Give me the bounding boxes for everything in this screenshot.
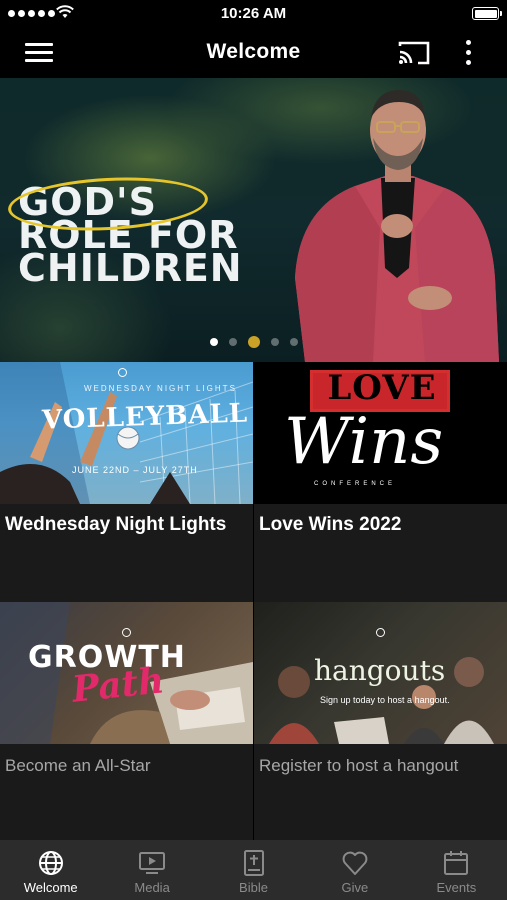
- carousel-dot-logo[interactable]: [248, 336, 260, 348]
- tab-label: Media: [134, 880, 170, 895]
- carousel-dot[interactable]: [229, 338, 237, 346]
- card-title: Wednesday Night Lights: [5, 514, 227, 535]
- calendar-icon: [444, 851, 469, 875]
- love-wins-thumb-love: LOVE: [327, 368, 437, 408]
- speaker-image: [295, 90, 499, 362]
- volleyball-thumb-top: WEDNESDAY NIGHT LIGHTS: [84, 384, 237, 393]
- hangouts-thumbnail: hangouts Sign up today to host a hangout…: [254, 602, 507, 744]
- tab-label: Events: [436, 880, 477, 895]
- tv-play-icon: [139, 852, 166, 874]
- love-wins-thumb-conference: CONFERENCE: [314, 481, 397, 487]
- love-wins-thumb-wins: Wins: [284, 405, 444, 479]
- church-logo-icon: [118, 368, 127, 377]
- hangouts-thumb-heading: hangouts: [314, 654, 446, 687]
- hero-banner[interactable]: GOD'S ROLE FOR CHILDREN: [0, 78, 507, 362]
- church-logo-icon: [376, 628, 385, 637]
- card-love-wins[interactable]: LOVE Wins CONFERENCE Love Wins 2022: [254, 362, 507, 602]
- tab-welcome[interactable]: Welcome: [0, 840, 101, 900]
- church-logo-icon: [122, 628, 131, 637]
- tab-bible[interactable]: Bible: [203, 840, 304, 900]
- bible-icon: [243, 850, 264, 876]
- status-bar: 10:26 AM: [0, 0, 507, 28]
- card-subtitle: Become an All-Star: [5, 756, 151, 775]
- carousel-dot[interactable]: [290, 338, 298, 346]
- cast-icon[interactable]: [398, 40, 430, 66]
- carousel-pagination[interactable]: [210, 336, 298, 348]
- volleyball-thumb-dates: JUNE 22ND – JULY 27TH: [72, 465, 198, 475]
- more-options-icon[interactable]: [462, 38, 474, 68]
- volleyball-thumbnail: WEDNESDAY NIGHT LIGHTS VOLLEYBALL JUNE 2…: [0, 362, 253, 504]
- tab-events[interactable]: Events: [406, 840, 507, 900]
- card-wednesday-night-lights[interactable]: WEDNESDAY NIGHT LIGHTS VOLLEYBALL JUNE 2…: [0, 362, 253, 602]
- globe-icon: [38, 851, 63, 875]
- tab-media[interactable]: Media: [101, 840, 202, 900]
- love-wins-thumbnail: LOVE Wins CONFERENCE: [254, 362, 507, 504]
- carousel-dot[interactable]: [271, 338, 279, 346]
- tab-label: Give: [341, 880, 369, 895]
- status-time: 10:26 AM: [220, 5, 287, 22]
- hero-headline: GOD'S ROLE FOR CHILDREN: [6, 172, 243, 287]
- heart-icon: [342, 851, 368, 875]
- hangouts-thumb-caption: Sign up today to host a hangout.: [320, 695, 450, 705]
- card-subtitle: Register to host a hangout: [259, 756, 459, 775]
- card-hangouts[interactable]: hangouts Sign up today to host a hangout…: [254, 602, 507, 840]
- battery-icon: [472, 7, 502, 20]
- growth-path-thumbnail: GROWTH Path: [0, 602, 253, 744]
- bottom-tab-bar: Welcome Media Bible Give Events: [0, 840, 507, 900]
- tab-label: Welcome: [23, 880, 78, 895]
- card-growth-path[interactable]: GROWTH Path Become an All-Star: [0, 602, 253, 840]
- hero-line-3: CHILDREN: [18, 246, 243, 290]
- card-title: Love Wins 2022: [259, 514, 402, 535]
- tab-label: Bible: [239, 880, 268, 895]
- tab-give[interactable]: Give: [304, 840, 405, 900]
- app-bar: Welcome: [0, 28, 507, 78]
- carousel-dot[interactable]: [210, 338, 218, 346]
- page-title: Welcome: [206, 40, 301, 63]
